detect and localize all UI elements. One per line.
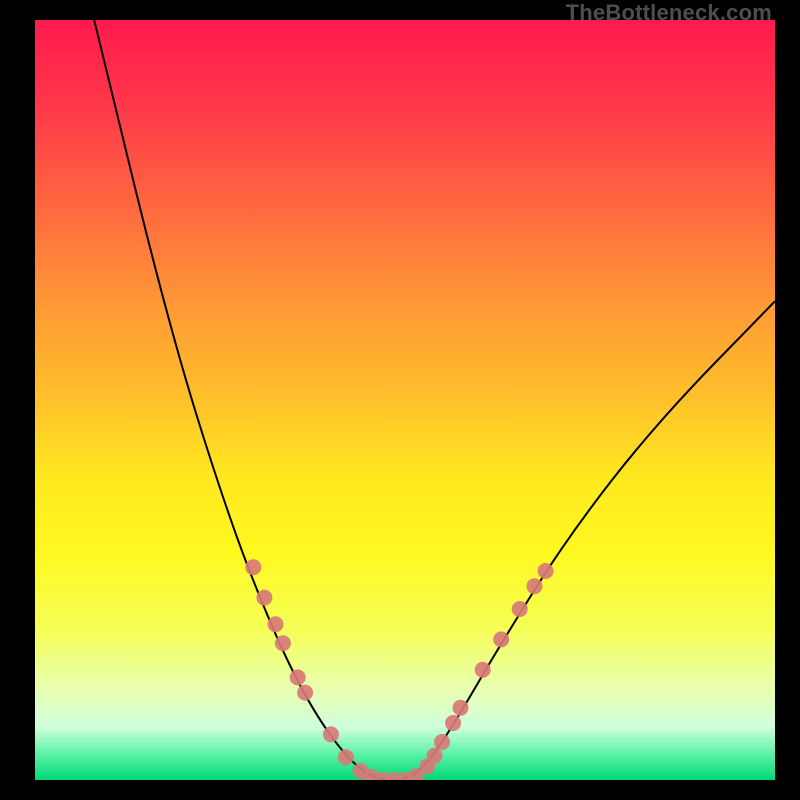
data-marker: [493, 631, 509, 647]
bottleneck-curve: [94, 20, 775, 780]
data-marker: [512, 601, 528, 617]
data-marker: [290, 669, 306, 685]
plot-area: [35, 20, 775, 780]
data-marker: [275, 635, 291, 651]
chart-frame: TheBottleneck.com: [0, 0, 800, 800]
data-marker: [256, 590, 272, 606]
data-marker: [453, 700, 469, 716]
data-marker: [527, 578, 543, 594]
data-marker: [338, 749, 354, 765]
data-marker: [427, 748, 443, 764]
data-marker: [245, 559, 261, 575]
curve-path: [94, 20, 775, 780]
data-marker: [297, 685, 313, 701]
data-marker: [268, 616, 284, 632]
data-marker: [434, 734, 450, 750]
data-marker: [445, 715, 461, 731]
data-marker: [323, 726, 339, 742]
data-marker: [475, 662, 491, 678]
data-marker: [538, 563, 554, 579]
chart-svg: [35, 20, 775, 780]
